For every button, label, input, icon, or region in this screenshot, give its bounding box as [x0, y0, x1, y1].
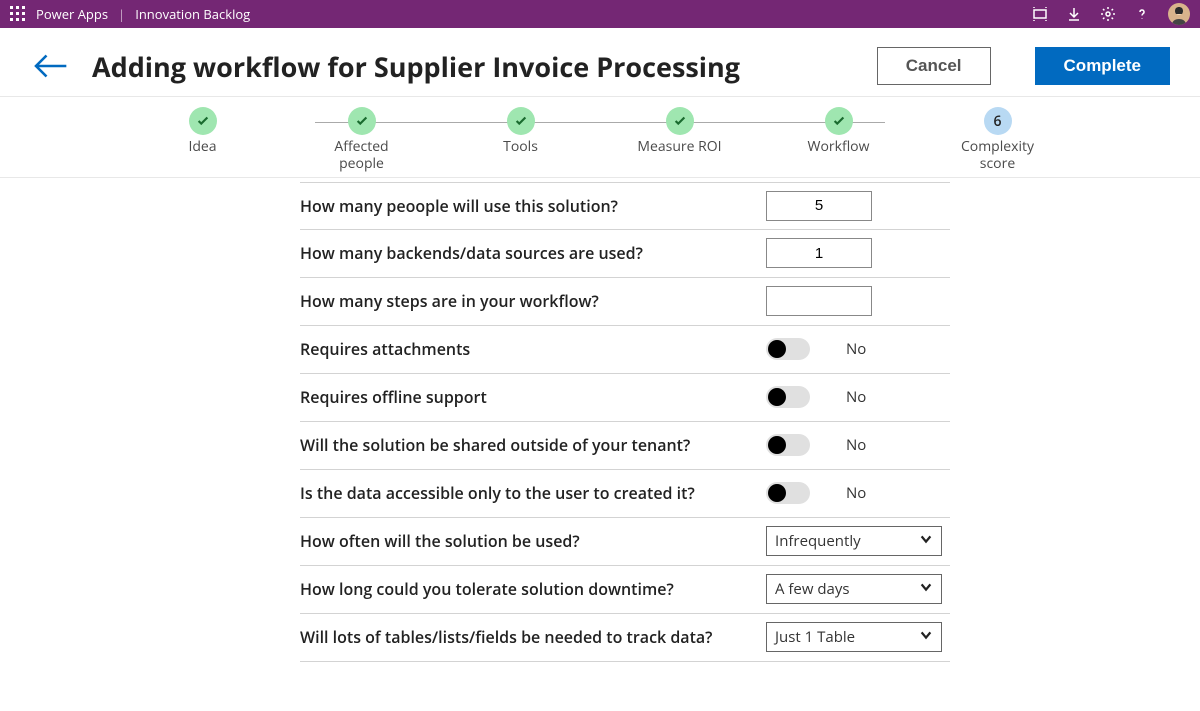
- row-downtime-tolerance: How long could you tolerate solution dow…: [300, 566, 950, 614]
- separator: |: [118, 5, 125, 23]
- stepper: Idea Affected people Tools Measure ROI W…: [0, 96, 1200, 178]
- private-data-toggle[interactable]: [766, 482, 810, 504]
- external-share-toggle[interactable]: [766, 434, 810, 456]
- step-label: Idea: [155, 139, 250, 156]
- select-value: Infrequently: [775, 531, 861, 551]
- toggle-value: No: [846, 435, 866, 455]
- question-label: Will the solution be shared outside of y…: [300, 428, 766, 462]
- chevron-down-icon: [919, 627, 933, 647]
- complete-button[interactable]: Complete: [1035, 47, 1170, 85]
- step-tools[interactable]: Tools: [473, 107, 568, 173]
- row-users-count: How many peoople will use this solution?: [300, 182, 950, 230]
- step-label: Complexity score: [950, 139, 1045, 173]
- step-number: 6: [984, 107, 1012, 135]
- steps-count-input[interactable]: [766, 286, 872, 316]
- page-title: Adding workflow for Supplier Invoice Pro…: [92, 48, 855, 85]
- step-label: Measure ROI: [632, 139, 727, 156]
- offline-toggle[interactable]: [766, 386, 810, 408]
- step-workflow[interactable]: Workflow: [791, 107, 886, 173]
- download-icon[interactable]: [1066, 6, 1082, 22]
- tables-needed-select[interactable]: Just 1 Table: [766, 622, 942, 652]
- gear-icon[interactable]: [1100, 6, 1116, 22]
- row-steps-count: How many steps are in your workflow?: [300, 278, 950, 326]
- row-shared-outside-tenant: Will the solution be shared outside of y…: [300, 422, 950, 470]
- step-label: Affected people: [314, 139, 409, 173]
- page-header: Adding workflow for Supplier Invoice Pro…: [0, 28, 1200, 96]
- question-label: How many steps are in your workflow?: [300, 284, 766, 318]
- appbar: Power Apps | Innovation Backlog: [0, 0, 1200, 28]
- select-value: A few days: [775, 579, 850, 599]
- attachments-toggle[interactable]: [766, 338, 810, 360]
- product-name: Power Apps: [36, 5, 108, 23]
- step-label: Workflow: [791, 139, 886, 156]
- backends-count-input[interactable]: [766, 238, 872, 268]
- fit-screen-icon[interactable]: [1032, 6, 1048, 22]
- step-measure-roi[interactable]: Measure ROI: [632, 107, 727, 173]
- question-label: How many backends/data sources are used?: [300, 236, 766, 270]
- chevron-down-icon: [919, 579, 933, 599]
- question-label: Requires offline support: [300, 380, 766, 414]
- app-name: Innovation Backlog: [135, 5, 250, 23]
- downtime-tolerance-select[interactable]: A few days: [766, 574, 942, 604]
- question-label: How many peoople will use this solution?: [300, 189, 766, 223]
- chevron-down-icon: [919, 531, 933, 551]
- toggle-value: No: [846, 387, 866, 407]
- step-idea[interactable]: Idea: [155, 107, 250, 173]
- row-usage-frequency: How often will the solution be used? Inf…: [300, 518, 950, 566]
- row-requires-offline: Requires offline support No: [300, 374, 950, 422]
- question-label: Is the data accessible only to the user …: [300, 476, 766, 510]
- select-value: Just 1 Table: [775, 627, 855, 647]
- question-label: Will lots of tables/lists/fields be need…: [300, 620, 766, 654]
- cancel-button[interactable]: Cancel: [877, 47, 991, 85]
- toggle-value: No: [846, 339, 866, 359]
- help-icon[interactable]: [1134, 6, 1150, 22]
- waffle-icon[interactable]: [10, 6, 26, 22]
- users-count-input[interactable]: [766, 191, 872, 221]
- question-label: Requires attachments: [300, 332, 766, 366]
- step-complexity-score[interactable]: 6 Complexity score: [950, 107, 1045, 173]
- complexity-form: How many peoople will use this solution?…: [300, 182, 950, 662]
- toggle-value: No: [846, 483, 866, 503]
- question-label: How often will the solution be used?: [300, 524, 766, 558]
- row-tables-needed: Will lots of tables/lists/fields be need…: [300, 614, 950, 662]
- step-label: Tools: [473, 139, 568, 156]
- avatar[interactable]: [1168, 3, 1190, 25]
- usage-frequency-select[interactable]: Infrequently: [766, 526, 942, 556]
- step-affected-people[interactable]: Affected people: [314, 107, 409, 173]
- row-backends-count: How many backends/data sources are used?: [300, 230, 950, 278]
- back-button[interactable]: [30, 46, 70, 86]
- row-requires-attachments: Requires attachments No: [300, 326, 950, 374]
- question-label: How long could you tolerate solution dow…: [300, 572, 766, 606]
- row-data-private-to-creator: Is the data accessible only to the user …: [300, 470, 950, 518]
